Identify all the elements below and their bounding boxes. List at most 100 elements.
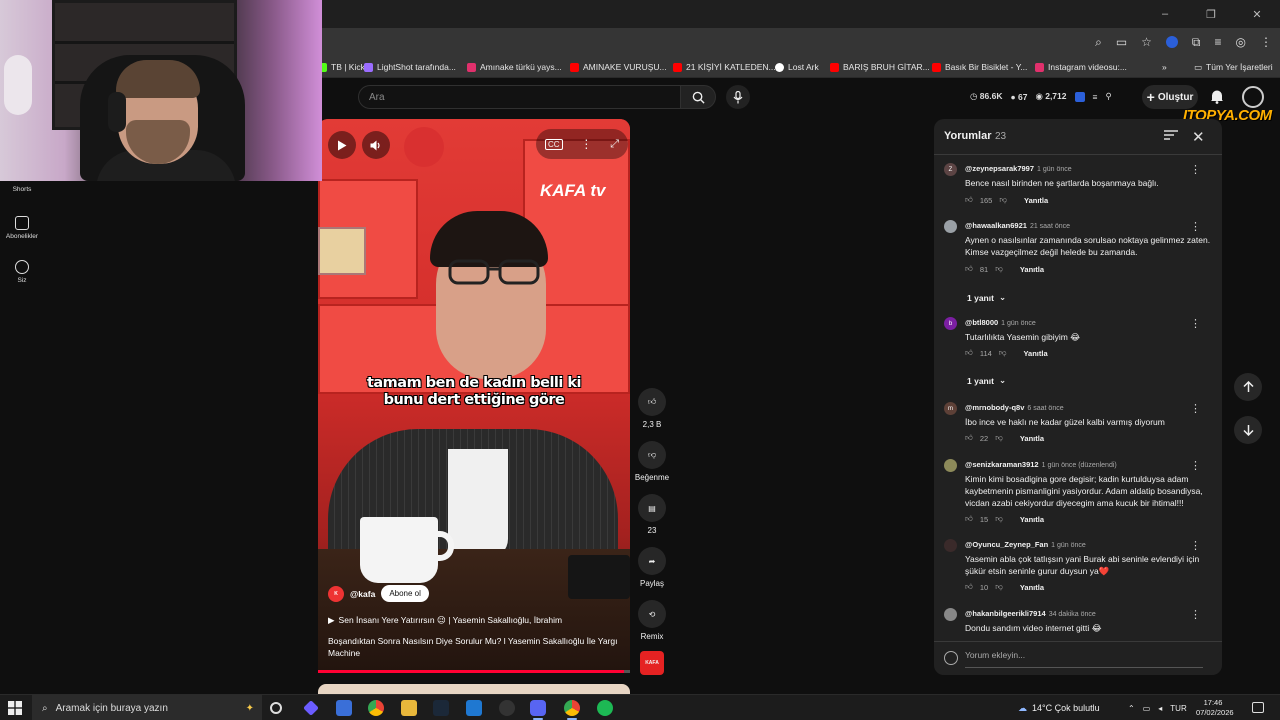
commenter-avatar[interactable]	[944, 539, 957, 552]
comment-menu-icon[interactable]: ⋮	[1190, 220, 1201, 233]
thumbs-up-icon[interactable]: 👍︎	[965, 433, 973, 443]
reply-button[interactable]: Yanıtla	[1020, 434, 1044, 443]
video-title[interactable]: Boşandıktan Sonra Nasılsın Diye Sorulur …	[328, 635, 622, 659]
network-icon[interactable]: ▭	[1143, 704, 1151, 713]
captions-icon[interactable]: CC	[544, 138, 563, 150]
voice-search-button[interactable]	[726, 85, 750, 109]
commenter-name[interactable]: @hakanbilgeerikli7914 34 dakika önce	[965, 609, 1096, 618]
previous-video-button[interactable]	[1234, 373, 1262, 401]
steam-icon[interactable]	[433, 700, 449, 716]
next-video-preview[interactable]	[318, 684, 630, 694]
bookmark-item[interactable]: Instagram videosu:...	[1035, 60, 1127, 74]
comments-button[interactable]: ▤ 23	[632, 494, 672, 535]
commenter-name[interactable]: @zeynepsarak7997 1 gün önce	[965, 164, 1072, 173]
commenter-name[interactable]: @btl8000 1 gün önce	[965, 318, 1036, 327]
commenter-avatar[interactable]: b	[944, 317, 957, 330]
bookmark-item[interactable]: LightShot tarafında...	[364, 60, 456, 74]
bookmark-item[interactable]: AMINAKE VURUŞU...	[570, 60, 667, 74]
windows-start-icon[interactable]	[8, 701, 22, 715]
comment-menu-icon[interactable]: ⋮	[1190, 539, 1201, 552]
commenter-name[interactable]: @hawaalkan6921 21 saat önce	[965, 221, 1070, 230]
shorts-video-player[interactable]: KAFA tv tamam ben de kadın belli ki bunu …	[318, 119, 630, 673]
thumbs-down-icon[interactable]: 👎︎	[995, 514, 1003, 524]
like-button[interactable]: 👍︎ 2,3 B	[632, 388, 672, 429]
commenter-avatar[interactable]: m	[944, 402, 957, 415]
thumbs-down-icon[interactable]: 👎︎	[999, 195, 1007, 205]
chrome-icon[interactable]	[368, 700, 384, 716]
thumbs-up-icon[interactable]: 👍︎	[965, 195, 973, 205]
extension-badge-icon[interactable]	[1074, 91, 1085, 102]
bookmark-item[interactable]: 21 KİŞİYİ KATLEDEN...	[673, 60, 776, 74]
minimize-button[interactable]: –	[1142, 0, 1188, 28]
more-options-icon[interactable]: ⋮	[580, 137, 592, 151]
sidebar-item-subscriptions[interactable]: Abonelikler	[0, 216, 44, 240]
speaker-icon[interactable]: ◂	[1158, 704, 1162, 713]
thumbs-up-icon[interactable]: 👍︎	[965, 582, 973, 592]
ai-icon[interactable]: ⚲	[1105, 91, 1111, 102]
language-indicator[interactable]: TUR	[1170, 704, 1186, 713]
thumbs-down-icon[interactable]: 👎︎	[995, 433, 1003, 443]
discord-icon[interactable]	[530, 700, 546, 716]
profile-icon[interactable]: ◎	[1236, 35, 1246, 49]
notifications-button[interactable]	[1210, 89, 1224, 109]
clock[interactable]: 17:46 07/02/2026	[1196, 698, 1234, 718]
search-input[interactable]: Ara	[358, 85, 680, 109]
bookmark-star-icon[interactable]: ☆	[1141, 35, 1152, 49]
thumbs-up-icon[interactable]: 👍︎	[965, 264, 973, 274]
taskbar-search[interactable]: ⌕ Aramak için buraya yazın ✦	[32, 695, 262, 720]
media-icon[interactable]: ≡	[1215, 35, 1222, 49]
sound-thumbnail[interactable]: KAFA	[640, 651, 664, 675]
extension-icon[interactable]	[1165, 36, 1178, 48]
search-button[interactable]	[680, 85, 716, 109]
file-explorer-icon[interactable]	[401, 700, 417, 716]
comment-menu-icon[interactable]: ⋮	[1190, 459, 1201, 472]
bookmark-item[interactable]: Basık Bir Bisiklet - Y...	[932, 60, 1027, 74]
thumbs-up-icon[interactable]: 👍︎	[965, 514, 973, 524]
obs-icon[interactable]	[499, 700, 515, 716]
fullscreen-icon[interactable]: ⤢	[610, 138, 619, 151]
cast-icon[interactable]: ▭	[1116, 35, 1127, 49]
thumbs-down-icon[interactable]: 👎︎	[995, 582, 1003, 592]
thumbs-up-icon[interactable]: 👍︎	[965, 348, 973, 358]
bookmark-item[interactable]: Lost Ark	[775, 60, 819, 74]
chrome-icon[interactable]	[564, 700, 580, 716]
create-button[interactable]: + Oluştur	[1142, 85, 1198, 109]
share-button[interactable]: ➦ Paylaş	[632, 547, 672, 588]
channel-name[interactable]: @kafa	[350, 589, 375, 599]
subscribe-button[interactable]: Abone ol	[381, 585, 429, 602]
dislike-button[interactable]: 👎︎ Beğenme	[632, 441, 672, 482]
menu-dots-icon[interactable]: ⋮	[1260, 35, 1272, 49]
playlist-link[interactable]: ▶ Sen İnsanı Yere Yatırırsın 😉 | Yasemin …	[328, 615, 562, 626]
spotify-icon[interactable]	[597, 700, 613, 716]
zoom-icon[interactable]: ⌕	[1095, 35, 1102, 50]
bookmarks-overflow-button[interactable]: »	[1162, 60, 1167, 74]
view-replies-button[interactable]: 1 yanıt ⌄	[967, 292, 1006, 303]
commenter-avatar[interactable]: Z	[944, 163, 957, 176]
copilot-icon[interactable]	[303, 700, 319, 716]
reply-button[interactable]: Yanıtla	[1020, 583, 1044, 592]
video-progress-bar[interactable]	[318, 670, 630, 673]
cortana-icon[interactable]	[270, 702, 282, 714]
volume-button[interactable]	[362, 131, 390, 159]
play-button[interactable]	[328, 131, 356, 159]
puzzle-icon[interactable]: ⧉	[1192, 35, 1201, 50]
store-icon[interactable]	[336, 700, 352, 716]
sidebar-item-you[interactable]: Siz	[0, 260, 44, 284]
commenter-name[interactable]: @mrnobody-q8v 6 saat önce	[965, 403, 1064, 412]
all-bookmarks-button[interactable]: ▭ Tüm Yer İşaretleri	[1194, 60, 1273, 74]
comment-input[interactable]: Yorum ekleyin...	[965, 650, 1203, 668]
bookmark-item[interactable]: Amınake türkü yays...	[467, 60, 562, 74]
sort-icon[interactable]	[1164, 129, 1178, 141]
bookmark-item[interactable]: BARIŞ BRUH GİTAR...	[830, 60, 930, 74]
comment-menu-icon[interactable]: ⋮	[1190, 317, 1201, 330]
view-replies-button[interactable]: 1 yanıt ⌄	[967, 375, 1006, 386]
commenter-name[interactable]: @Oyuncu_Zeynep_Fan 1 gün önce	[965, 540, 1086, 549]
commenter-avatar[interactable]	[944, 608, 957, 621]
next-video-button[interactable]	[1234, 416, 1262, 444]
commenter-name[interactable]: @senizkaraman3912 1 gün önce (düzenlendi)	[965, 460, 1117, 469]
chevron-up-icon[interactable]: ⌃	[1128, 704, 1135, 713]
reply-button[interactable]: Yanıtla	[1024, 196, 1048, 205]
comment-menu-icon[interactable]: ⋮	[1190, 163, 1201, 176]
reply-button[interactable]: Yanıtla	[1020, 265, 1044, 274]
weather-widget[interactable]: ☁ 14°C Çok bulutlu	[1018, 695, 1100, 720]
